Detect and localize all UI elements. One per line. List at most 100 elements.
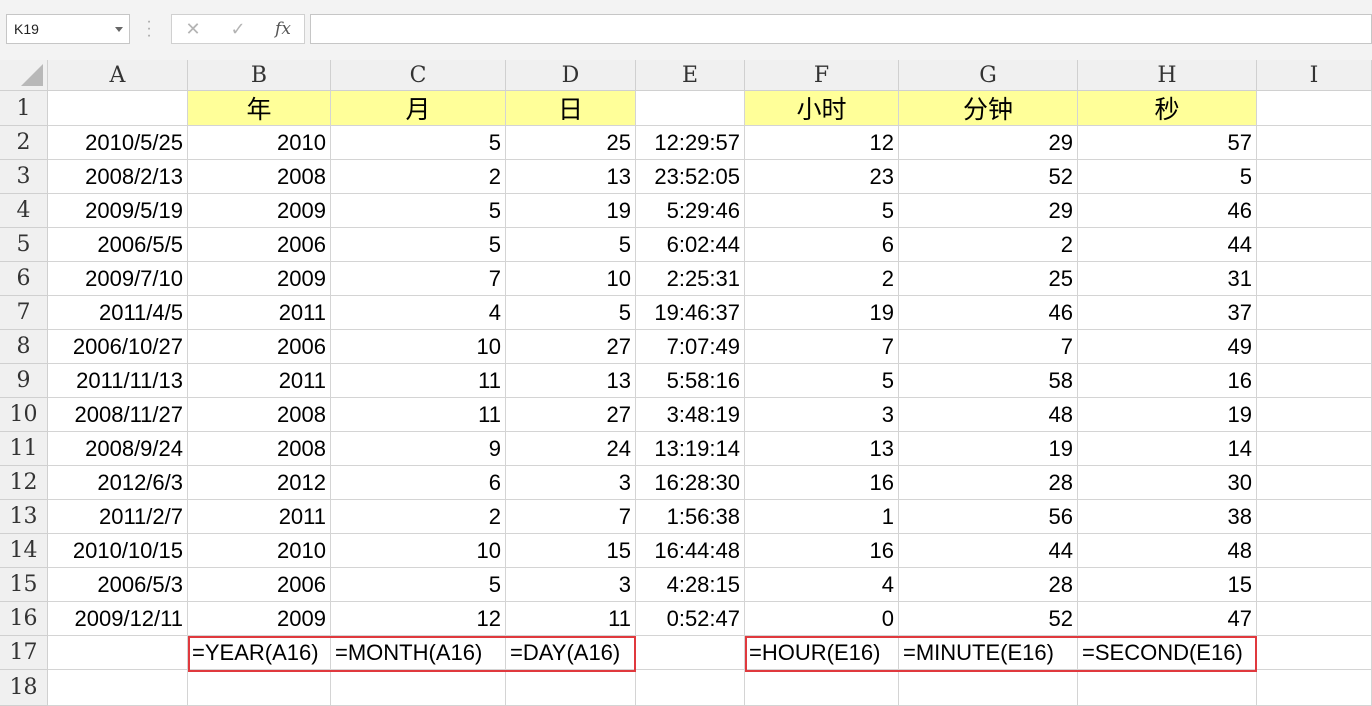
column-header-h[interactable]: H [1078,60,1257,91]
cell-i5[interactable] [1257,228,1372,262]
cell-g3[interactable]: 52 [899,160,1078,194]
cell-d12[interactable]: 3 [506,466,636,500]
cell-e9[interactable]: 5:58:16 [636,364,745,398]
cell-g4[interactable]: 29 [899,194,1078,228]
cell-b12[interactable]: 2012 [188,466,331,500]
cell-d14[interactable]: 15 [506,534,636,568]
cell-b1[interactable]: 年 [188,91,331,126]
row-header-13[interactable]: 13 [0,500,48,534]
cell-b16[interactable]: 2009 [188,602,331,636]
cell-i8[interactable] [1257,330,1372,364]
cell-a15[interactable]: 2006/5/3 [48,568,188,602]
row-header-16[interactable]: 16 [0,602,48,636]
cell-a18[interactable] [48,670,188,706]
cell-c18[interactable] [331,670,506,706]
cell-a13[interactable]: 2011/2/7 [48,500,188,534]
cancel-icon[interactable]: ✕ [178,18,208,40]
cell-i11[interactable] [1257,432,1372,466]
cell-h12[interactable]: 30 [1078,466,1257,500]
cell-h8[interactable]: 49 [1078,330,1257,364]
cell-b17[interactable]: =YEAR(A16) [188,636,331,670]
cell-h5[interactable]: 44 [1078,228,1257,262]
row-header-14[interactable]: 14 [0,534,48,568]
cell-h9[interactable]: 16 [1078,364,1257,398]
cell-a1[interactable] [48,91,188,126]
cell-c9[interactable]: 11 [331,364,506,398]
cell-e7[interactable]: 19:46:37 [636,296,745,330]
row-header-1[interactable]: 1 [0,91,48,126]
cell-d16[interactable]: 11 [506,602,636,636]
row-header-15[interactable]: 15 [0,568,48,602]
cell-b2[interactable]: 2010 [188,126,331,160]
column-header-f[interactable]: F [745,60,899,91]
cell-i16[interactable] [1257,602,1372,636]
cell-d7[interactable]: 5 [506,296,636,330]
chevron-down-icon[interactable] [115,27,123,32]
cell-b5[interactable]: 2006 [188,228,331,262]
cell-d8[interactable]: 27 [506,330,636,364]
cell-e8[interactable]: 7:07:49 [636,330,745,364]
cell-c3[interactable]: 2 [331,160,506,194]
cell-d18[interactable] [506,670,636,706]
cell-i9[interactable] [1257,364,1372,398]
column-header-e[interactable]: E [636,60,745,91]
cell-a2[interactable]: 2010/5/25 [48,126,188,160]
select-all-button[interactable] [0,60,48,91]
cell-i1[interactable] [1257,91,1372,126]
cell-e6[interactable]: 2:25:31 [636,262,745,296]
cell-g6[interactable]: 25 [899,262,1078,296]
cell-a14[interactable]: 2010/10/15 [48,534,188,568]
cell-d6[interactable]: 10 [506,262,636,296]
row-header-17[interactable]: 17 [0,636,48,670]
cell-c8[interactable]: 10 [331,330,506,364]
cell-f10[interactable]: 3 [745,398,899,432]
formula-input[interactable] [310,14,1372,44]
cell-b14[interactable]: 2010 [188,534,331,568]
cell-e15[interactable]: 4:28:15 [636,568,745,602]
cell-e5[interactable]: 6:02:44 [636,228,745,262]
cell-d15[interactable]: 3 [506,568,636,602]
cell-h2[interactable]: 57 [1078,126,1257,160]
cell-h10[interactable]: 19 [1078,398,1257,432]
cell-g13[interactable]: 56 [899,500,1078,534]
cell-g2[interactable]: 29 [899,126,1078,160]
cell-h4[interactable]: 46 [1078,194,1257,228]
cell-i14[interactable] [1257,534,1372,568]
cell-f7[interactable]: 19 [745,296,899,330]
cell-g9[interactable]: 58 [899,364,1078,398]
cell-b15[interactable]: 2006 [188,568,331,602]
cell-f2[interactable]: 12 [745,126,899,160]
cell-f3[interactable]: 23 [745,160,899,194]
cell-a6[interactable]: 2009/7/10 [48,262,188,296]
cell-h15[interactable]: 15 [1078,568,1257,602]
column-header-g[interactable]: G [899,60,1078,91]
row-header-8[interactable]: 8 [0,330,48,364]
cell-e16[interactable]: 0:52:47 [636,602,745,636]
row-header-3[interactable]: 3 [0,160,48,194]
cell-h7[interactable]: 37 [1078,296,1257,330]
column-header-i[interactable]: I [1257,60,1372,91]
cell-a16[interactable]: 2009/12/11 [48,602,188,636]
drag-handle-icon[interactable]: · · · [146,14,152,44]
cell-h18[interactable] [1078,670,1257,706]
cell-f18[interactable] [745,670,899,706]
cell-b4[interactable]: 2009 [188,194,331,228]
cell-f17[interactable]: =HOUR(E16) [745,636,899,670]
row-header-10[interactable]: 10 [0,398,48,432]
cell-c2[interactable]: 5 [331,126,506,160]
cell-g8[interactable]: 7 [899,330,1078,364]
cell-f16[interactable]: 0 [745,602,899,636]
cell-c7[interactable]: 4 [331,296,506,330]
cell-b18[interactable] [188,670,331,706]
cell-d1[interactable]: 日 [506,91,636,126]
cell-g11[interactable]: 19 [899,432,1078,466]
cell-a4[interactable]: 2009/5/19 [48,194,188,228]
column-header-a[interactable]: A [48,60,188,91]
row-header-12[interactable]: 12 [0,466,48,500]
cell-h16[interactable]: 47 [1078,602,1257,636]
cell-e4[interactable]: 5:29:46 [636,194,745,228]
cell-c11[interactable]: 9 [331,432,506,466]
cell-c16[interactable]: 12 [331,602,506,636]
cell-d4[interactable]: 19 [506,194,636,228]
cell-i12[interactable] [1257,466,1372,500]
